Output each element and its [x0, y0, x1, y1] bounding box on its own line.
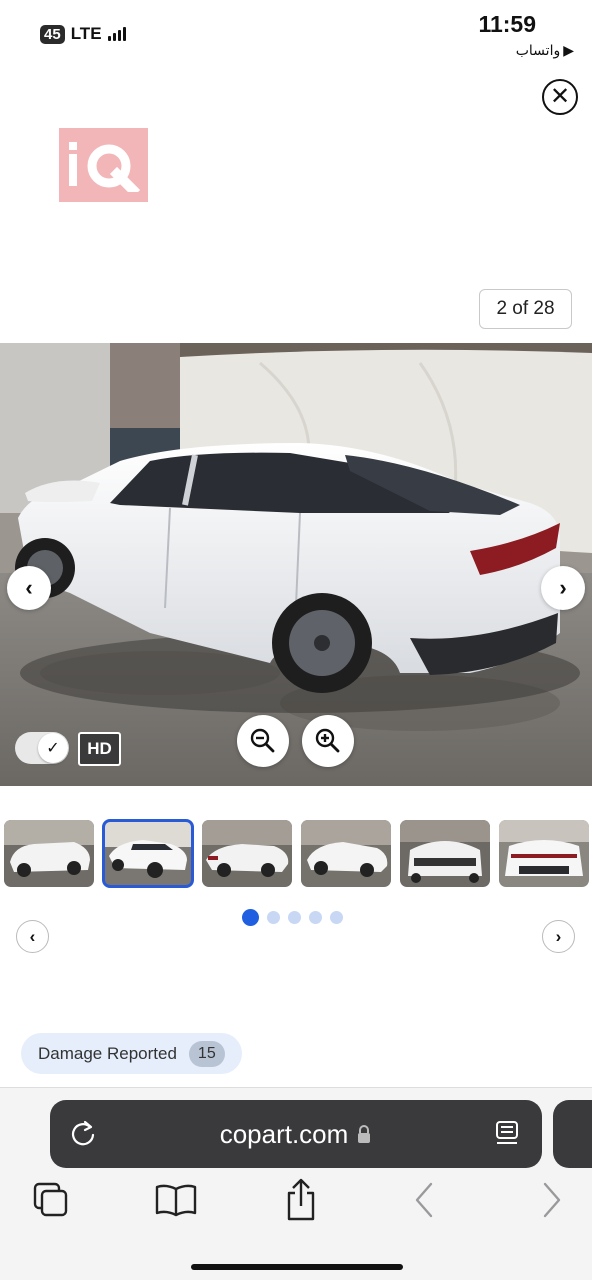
- share-icon: [287, 1178, 315, 1221]
- back-app-label: واتساب: [515, 42, 561, 58]
- tabs-icon: [33, 1182, 68, 1217]
- checkmark-icon: ✓: [38, 733, 68, 763]
- page-dot[interactable]: [242, 909, 259, 926]
- thumbnail[interactable]: [202, 820, 292, 887]
- forward-icon: [543, 1182, 561, 1218]
- page-dot[interactable]: [309, 911, 322, 924]
- thumbnail[interactable]: [102, 819, 194, 888]
- photo-counter: 2 of 28: [479, 289, 572, 329]
- network-type: LTE: [70, 24, 102, 43]
- chevron-right-icon: ›: [559, 575, 567, 600]
- close-icon: ✕: [549, 83, 571, 110]
- signal-bars-icon: [107, 27, 126, 41]
- hd-badge: HD: [78, 732, 121, 766]
- browser-bottom-bar: copart.com: [0, 1087, 592, 1280]
- page-dot[interactable]: [267, 911, 280, 924]
- main-vehicle-photo[interactable]: ‹ › ✓ HD: [0, 343, 592, 786]
- zoom-in-icon: [315, 728, 340, 753]
- reader-icon[interactable]: [492, 1118, 522, 1148]
- thumbnail-page-dots: [242, 909, 343, 926]
- back-to-app-link[interactable]: واتساب ▶: [516, 42, 574, 59]
- reload-icon[interactable]: [68, 1118, 98, 1148]
- thumbnails-next-button[interactable]: ›: [542, 920, 575, 953]
- zoom-out-button[interactable]: [237, 715, 289, 767]
- lock-icon: [358, 1125, 371, 1143]
- zoom-in-button[interactable]: [302, 715, 354, 767]
- address-bar[interactable]: copart.com: [50, 1100, 542, 1168]
- iq-logo: [59, 128, 148, 202]
- url-text: copart.com: [219, 1118, 349, 1149]
- clock: 11:59: [478, 11, 536, 37]
- previous-photo-button[interactable]: ‹: [7, 566, 51, 610]
- bookmarks-button[interactable]: [154, 1178, 198, 1222]
- status-bar-left: 45 LTE: [40, 24, 126, 44]
- vehicle-photo-image: [0, 343, 592, 786]
- damage-label: Damage Reported: [38, 1043, 177, 1063]
- thumbnail-strip: [4, 819, 589, 888]
- hd-toggle[interactable]: ✓: [15, 732, 69, 764]
- zoom-out-icon: [250, 728, 275, 753]
- play-arrow-icon: ▶: [563, 42, 574, 58]
- url-display: copart.com: [220, 1119, 373, 1150]
- home-indicator[interactable]: [191, 1264, 403, 1270]
- bookmarks-icon: [155, 1184, 197, 1217]
- chevron-right-icon: ›: [555, 926, 562, 946]
- page-dot[interactable]: [330, 911, 343, 924]
- browser-toolbar: [0, 1178, 592, 1228]
- thumbnail[interactable]: [499, 820, 589, 887]
- thumbnail[interactable]: [400, 820, 490, 887]
- chevron-left-icon: ‹: [25, 575, 33, 600]
- page-dot[interactable]: [288, 911, 301, 924]
- thumbnails-previous-button[interactable]: ‹: [16, 920, 49, 953]
- back-button[interactable]: [402, 1178, 446, 1222]
- share-button[interactable]: [279, 1178, 323, 1222]
- next-photo-button[interactable]: ›: [541, 566, 585, 610]
- back-icon: [415, 1182, 433, 1218]
- close-button[interactable]: ✕: [542, 79, 578, 115]
- damage-count-badge: 15: [188, 1040, 225, 1067]
- forward-button[interactable]: [530, 1178, 574, 1222]
- chevron-left-icon: ‹: [29, 926, 36, 946]
- thumbnail[interactable]: [301, 820, 391, 887]
- thumbnail[interactable]: [4, 820, 94, 887]
- network-badge: 45: [40, 24, 65, 44]
- damage-reported-pill[interactable]: Damage Reported 15: [21, 1033, 242, 1074]
- iq-logo-mark: [68, 142, 140, 192]
- next-tab-preview[interactable]: [553, 1100, 592, 1168]
- tabs-button[interactable]: [29, 1178, 73, 1222]
